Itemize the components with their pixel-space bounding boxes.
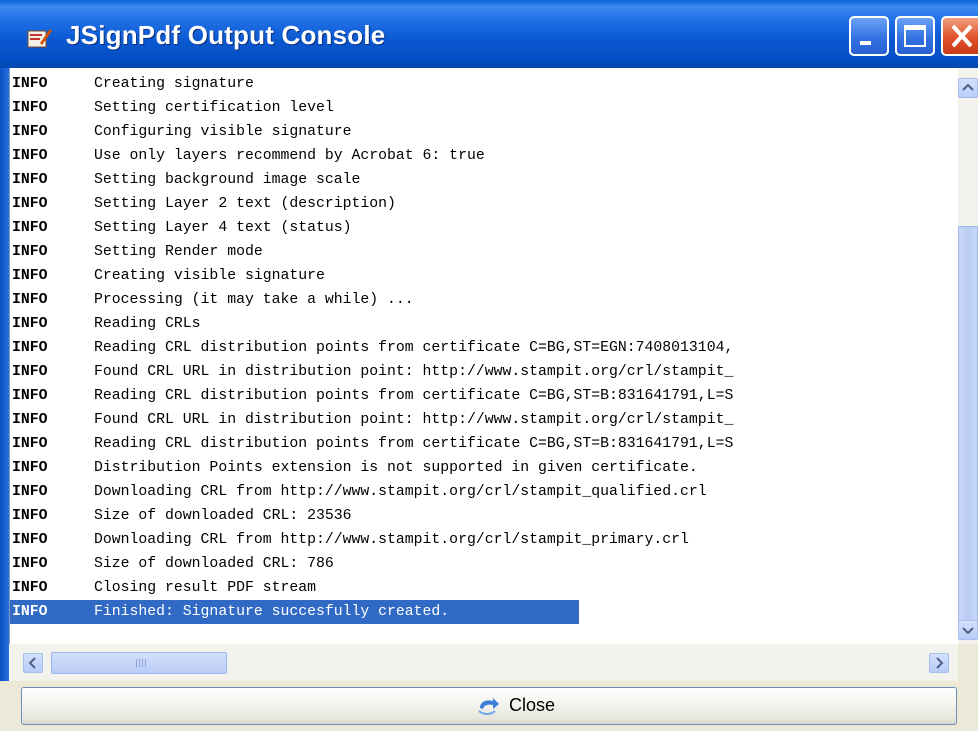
log-message: Size of downloaded CRL: 23536 — [94, 508, 352, 524]
log-level: INFO — [12, 532, 48, 548]
scrollbar-corner — [958, 644, 978, 681]
maximize-button[interactable] — [895, 16, 935, 56]
log-level: INFO — [12, 364, 48, 380]
log-level: INFO — [12, 148, 48, 164]
scroll-grip — [136, 659, 148, 667]
log-level: INFO — [12, 436, 48, 452]
log-line-selected[interactable]: INFO Finished: Signature succesfully crea… — [10, 600, 579, 624]
console-output-area[interactable]: INFO Creating signature INFO Setting certif… — [9, 68, 959, 644]
log-level: INFO — [12, 124, 48, 140]
log-level: INFO — [12, 292, 48, 308]
log-message: Found CRL URL in distribution point: htt… — [94, 412, 734, 428]
window-title: JSignPdf Output Console — [66, 20, 386, 50]
scroll-right-arrow-icon — [936, 657, 944, 669]
log-message: Reading CRLs — [94, 316, 201, 332]
close-window-button[interactable] — [941, 16, 978, 56]
log-level: INFO — [12, 580, 48, 596]
log-level: INFO — [12, 76, 48, 92]
scroll-down-arrow-icon — [962, 627, 974, 635]
minimize-icon — [860, 41, 871, 45]
scroll-up-arrow-icon — [962, 83, 974, 91]
log-level: INFO — [12, 316, 48, 332]
log-level: INFO — [12, 460, 48, 476]
log-level: INFO — [12, 172, 48, 188]
log-message: Setting Render mode — [94, 244, 263, 260]
log-message: Finished: Signature succesfully created. — [94, 604, 450, 620]
vertical-scroll-thumb[interactable] — [958, 226, 978, 624]
horizontal-scrollbar[interactable] — [9, 644, 958, 681]
log-level: INFO — [12, 604, 48, 620]
close-window-icon — [951, 24, 973, 48]
log-message: Reading CRL distribution points from cer… — [94, 436, 734, 452]
log-message: Setting certification level — [94, 100, 334, 116]
log-message: Setting background image scale — [94, 172, 361, 188]
log-level: INFO — [12, 268, 48, 284]
scroll-down-button[interactable] — [958, 620, 978, 640]
log-message: Downloading CRL from http://www.stampit.… — [94, 484, 707, 500]
log-message: Use only layers recommend by Acrobat 6: … — [94, 148, 485, 164]
output-console-window: JSignPdf Output Console INFO Creating sig… — [0, 0, 978, 731]
log-message: Reading CRL distribution points from cer… — [94, 340, 734, 356]
log-level: INFO — [12, 340, 48, 356]
log-message: Creating signature — [94, 76, 254, 92]
minimize-button[interactable] — [849, 16, 889, 56]
title-bar[interactable]: JSignPdf Output Console — [0, 0, 978, 68]
maximize-icon — [904, 25, 926, 47]
log-message: Setting Layer 2 text (description) — [94, 196, 396, 212]
log-message: Reading CRL distribution points from cer… — [94, 388, 734, 404]
log-level: INFO — [12, 484, 48, 500]
close-arrow-icon — [478, 698, 499, 715]
log-level: INFO — [12, 220, 48, 236]
horizontal-scroll-thumb[interactable] — [51, 652, 227, 674]
close-button[interactable]: Close — [21, 687, 957, 725]
jsignpdf-app-icon — [27, 29, 52, 48]
log-level: INFO — [12, 556, 48, 572]
log-message: Found CRL URL in distribution point: htt… — [94, 364, 734, 380]
window-frame-left — [0, 68, 9, 731]
scroll-left-arrow-icon — [28, 657, 36, 669]
log-level: INFO — [12, 244, 48, 260]
scroll-left-button[interactable] — [23, 653, 43, 673]
log-level: INFO — [12, 388, 48, 404]
log-message: Configuring visible signature — [94, 124, 352, 140]
log-message: Size of downloaded CRL: 786 — [94, 556, 334, 572]
scroll-right-button[interactable] — [929, 653, 949, 673]
log-message: Distribution Points extension is not sup… — [94, 460, 698, 476]
log-message: Processing (it may take a while) ... — [94, 292, 414, 308]
log-level: INFO — [12, 508, 48, 524]
log-message: Setting Layer 4 text (status) — [94, 220, 352, 236]
log-level: INFO — [12, 412, 48, 428]
log-message: Closing result PDF stream — [94, 580, 316, 596]
log-level: INFO — [12, 100, 48, 116]
close-button-label: Close — [509, 695, 556, 715]
log-message: Downloading CRL from http://www.stampit.… — [94, 532, 689, 548]
log-message: Creating visible signature — [94, 268, 325, 284]
vertical-scrollbar[interactable] — [958, 68, 978, 644]
log-level: INFO — [12, 196, 48, 212]
scroll-up-button[interactable] — [958, 78, 978, 98]
